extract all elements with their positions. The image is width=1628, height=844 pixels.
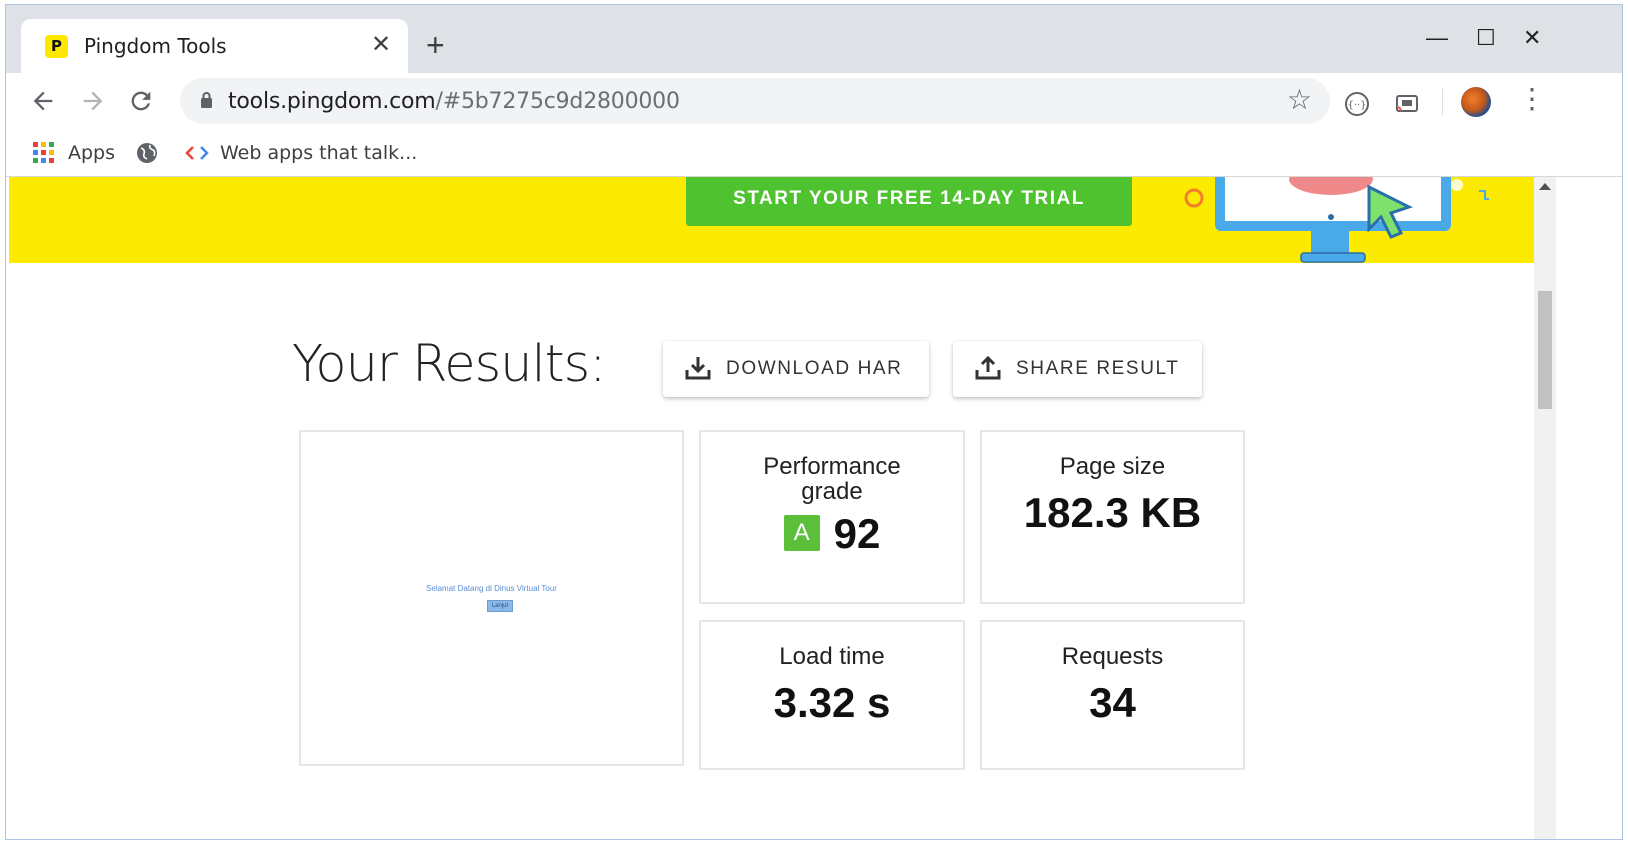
bookmark-web-apps[interactable]: Web apps that talk... (220, 142, 417, 164)
url-path: /#5b7275c9d2800000 (435, 89, 680, 114)
svg-text:{··}: {··} (1347, 100, 1366, 111)
preview-button: Lanjut (487, 600, 513, 612)
grade-badge: A (783, 514, 820, 551)
browser-toolbar: tools.pingdom.com/#5b7275c9d2800000 ☆ {·… (6, 73, 1622, 129)
toolbar-divider (1442, 89, 1443, 115)
url-domain: tools.pingdom.com (228, 89, 436, 114)
minimize-button[interactable]: — (1426, 27, 1448, 49)
scrollbar-thumb[interactable] (1538, 291, 1552, 409)
start-trial-button[interactable]: START YOUR FREE 14-DAY TRIAL (686, 177, 1132, 226)
apps-grid-icon[interactable] (33, 142, 54, 163)
share-result-button[interactable]: SHARE RESULT (953, 341, 1202, 397)
bookmarks-bar: Apps Web apps that talk... (6, 129, 1622, 177)
reload-button[interactable] (124, 84, 158, 118)
new-tab-button[interactable]: + (426, 29, 445, 61)
tab-strip: P Pingdom Tools ✕ + — ☐ ✕ (6, 5, 1622, 73)
tab-close-icon[interactable]: ✕ (371, 33, 391, 57)
requests-card: Requests 34 (980, 620, 1245, 770)
monitor-illustration-icon (1184, 177, 1489, 263)
promo-banner: START YOUR FREE 14-DAY TRIAL (9, 177, 1534, 263)
page-title: Your Results: (292, 335, 606, 394)
bookmark-star-icon[interactable]: ☆ (1287, 85, 1312, 115)
load-time-label: Load time (779, 643, 885, 670)
globe-icon[interactable] (136, 142, 158, 164)
lock-icon (201, 92, 212, 108)
tab-pingdom-tools[interactable]: P Pingdom Tools ✕ (21, 19, 408, 73)
arrow-right-icon (83, 91, 103, 111)
performance-label-line1: Performance (763, 453, 901, 480)
browser-window: P Pingdom Tools ✕ + — ☐ ✕ tools.pingdom.… (5, 4, 1623, 840)
load-time-card: Load time 3.32 s (699, 620, 965, 770)
bookmark-apps[interactable]: Apps (68, 142, 115, 164)
upload-icon (975, 355, 1001, 380)
download-icon (685, 357, 711, 380)
performance-label-line2: grade (801, 478, 863, 505)
arrow-left-icon (33, 91, 53, 111)
page-size-label: Page size (1059, 453, 1166, 480)
page-size-card: Page size 182.3 KB (980, 430, 1245, 604)
profile-avatar[interactable] (1461, 87, 1491, 117)
requests-value: 34 (1089, 679, 1136, 726)
back-button[interactable] (26, 84, 60, 118)
site-preview-card: Selamat Datang di Dinus Virtual Tour Lan… (299, 430, 684, 766)
share-result-label: SHARE RESULT (1016, 358, 1180, 379)
cast-icon[interactable] (1394, 91, 1420, 117)
browser-menu-icon[interactable]: ⋮ (1518, 85, 1546, 113)
download-har-button[interactable]: DOWNLOAD HAR (663, 341, 929, 397)
performance-score: 92 (833, 510, 881, 557)
extension-icon[interactable]: {··} (1344, 91, 1370, 117)
page-size-value: 182.3 KB (1023, 489, 1202, 536)
reload-icon (131, 91, 151, 111)
close-window-button[interactable]: ✕ (1523, 27, 1541, 49)
web-apps-icon (185, 146, 209, 160)
pingdom-favicon-icon: P (45, 35, 68, 58)
preview-heading: Selamat Datang di Dinus Virtual Tour (426, 584, 557, 593)
performance-value: A 92 (701, 510, 963, 558)
scroll-up-arrow-icon[interactable] (1539, 183, 1551, 190)
address-bar[interactable]: tools.pingdom.com/#5b7275c9d2800000 ☆ (180, 78, 1330, 124)
tab-title: Pingdom Tools (84, 34, 227, 58)
url-text: tools.pingdom.com/#5b7275c9d2800000 (228, 89, 680, 114)
maximize-button[interactable]: ☐ (1476, 27, 1496, 49)
performance-grade-card: Performance grade A 92 (699, 430, 965, 604)
page-viewport: START YOUR FREE 14-DAY TRIAL Your Result… (6, 177, 1534, 839)
load-time-value: 3.32 s (773, 679, 891, 726)
requests-label: Requests (1061, 643, 1164, 670)
download-har-label: DOWNLOAD HAR (726, 358, 903, 379)
forward-button[interactable] (76, 84, 110, 118)
vertical-scrollbar[interactable] (1534, 177, 1556, 839)
